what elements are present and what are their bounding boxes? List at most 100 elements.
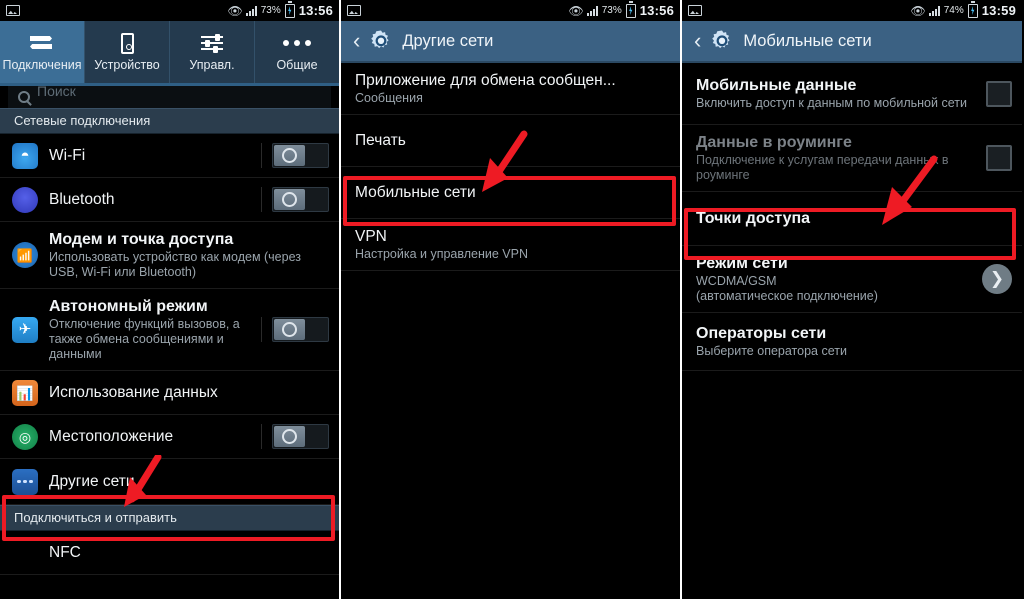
list-item-print[interactable]: Печать xyxy=(341,115,680,167)
tab-controls[interactable]: Управл. xyxy=(170,21,255,83)
phone-icon xyxy=(121,28,134,58)
search-icon xyxy=(18,91,30,103)
signal-strength-icon xyxy=(246,5,257,16)
list-item-other-networks[interactable]: Другие сети xyxy=(0,459,339,505)
list-item-nfc-label: NFC xyxy=(49,544,81,561)
list-item-network-mode-sub: WCDMA/GSM (автоматическое подключение) xyxy=(696,274,971,304)
list-item-vpn-sub: Настройка и управление VPN xyxy=(355,247,670,262)
list-item-vpn-label: VPN xyxy=(355,227,670,246)
status-bar-right-icons-3: 👁 74% 13:59 xyxy=(911,3,1017,18)
list-item-mobile-networks-label: Мобильные сети xyxy=(355,184,476,201)
list-item-wifi[interactable]: ◓ Wi-Fi xyxy=(0,134,339,178)
status-bar-left-icons-3 xyxy=(688,5,702,16)
list-item-access-points-label: Точки доступа xyxy=(696,210,810,227)
tab-connections[interactable]: Подключения xyxy=(0,21,85,83)
status-bar-left-icons xyxy=(6,5,20,16)
search-input[interactable]: Поиск xyxy=(8,86,331,108)
list-item-data-usage-label: Использование данных xyxy=(49,384,218,401)
screenshot-root: 👁 73% 13:56 Подключения Устройство Управ… xyxy=(0,0,1024,599)
status-bar-right-icons: 👁 73% 13:56 xyxy=(228,3,334,18)
action-bar-mobile-networks: ‹ Мобильные сети xyxy=(682,21,1022,63)
bluetooth-toggle[interactable] xyxy=(261,187,329,212)
data-usage-icon: 📊 xyxy=(12,380,38,406)
wifi-toggle[interactable] xyxy=(261,143,329,168)
clock-label: 13:59 xyxy=(982,3,1016,18)
back-icon[interactable]: ‹ xyxy=(694,30,701,52)
list-item-network-operators-sub: Выберите оператора сети xyxy=(696,344,1012,359)
battery-percent-label: 73% xyxy=(602,5,622,16)
sliders-icon xyxy=(201,28,223,58)
battery-percent-label: 74% xyxy=(944,5,964,16)
list-item-airplane-mode-sub: Отключение функций вызовов, а также обме… xyxy=(49,317,250,362)
settings-gear-icon xyxy=(369,29,393,53)
list-item-mobile-data-label: Мобильные данные xyxy=(696,76,975,95)
list-item-location[interactable]: ◎ Местоположение xyxy=(0,415,339,459)
list-item-tethering-sub: Использовать устройство как модем (через… xyxy=(49,250,329,280)
two-way-arrows-icon xyxy=(30,28,54,58)
list-item-network-operators[interactable]: Операторы сети Выберите оператора сети xyxy=(682,313,1022,371)
settings-tab-bar: Подключения Устройство Управл. Общие xyxy=(0,21,339,83)
status-bar-right-icons-2: 👁 73% 13:56 xyxy=(569,3,675,18)
settings-gear-icon xyxy=(710,29,734,53)
status-bar-1: 👁 73% 13:56 xyxy=(0,0,339,21)
list-item-bluetooth[interactable]: ᚝ Bluetooth xyxy=(0,178,339,222)
list-item-tethering-label: Модем и точка доступа xyxy=(49,230,329,249)
signal-strength-icon xyxy=(587,5,598,16)
panel-other-networks: 👁 73% 13:56 ‹ Другие сети Приложение для… xyxy=(341,0,682,599)
list-item-messaging-app-sub: Сообщения xyxy=(355,91,670,106)
airplane-mode-toggle[interactable] xyxy=(261,317,329,342)
battery-charging-icon xyxy=(626,4,636,18)
list-item-location-label: Местоположение xyxy=(49,428,173,445)
section-header-connect-and-share: Подключиться и отправить xyxy=(0,505,339,531)
smart-stay-eye-icon: 👁 xyxy=(911,5,925,17)
list-item-data-usage[interactable]: 📊 Использование данных xyxy=(0,371,339,415)
tab-device[interactable]: Устройство xyxy=(85,21,170,83)
screenshot-icon xyxy=(6,5,20,16)
tab-general[interactable]: Общие xyxy=(255,21,339,83)
smart-stay-eye-icon: 👁 xyxy=(569,5,583,17)
tab-controls-label: Управл. xyxy=(189,58,234,73)
list-item-print-label: Печать xyxy=(355,132,406,149)
back-icon[interactable]: ‹ xyxy=(353,30,360,52)
airplane-icon: ✈ xyxy=(12,317,38,343)
status-bar-2: 👁 73% 13:56 xyxy=(341,0,680,21)
panel-connections: 👁 73% 13:56 Подключения Устройство Управ… xyxy=(0,0,341,599)
list-item-network-mode-label: Режим сети xyxy=(696,254,971,273)
list-item-data-roaming-sub: Подключение к услугам передачи данных в … xyxy=(696,153,975,183)
list-item-access-points[interactable]: Точки доступа xyxy=(682,192,1022,246)
chevron-right-icon[interactable]: ❯ xyxy=(982,264,1012,294)
data-roaming-checkbox[interactable] xyxy=(986,145,1012,171)
list-item-tethering[interactable]: 📶 Модем и точка доступа Использовать уст… xyxy=(0,222,339,289)
three-dots-icon xyxy=(283,28,311,58)
location-icon: ◎ xyxy=(12,424,38,450)
list-item-mobile-data-sub: Включить доступ к данным по мобильной се… xyxy=(696,96,975,111)
list-item-airplane-mode[interactable]: ✈ Автономный режим Отключение функций вы… xyxy=(0,289,339,371)
action-bar-title: Мобильные сети xyxy=(743,32,871,51)
list-item-vpn[interactable]: VPN Настройка и управление VPN xyxy=(341,219,680,271)
list-item-network-mode[interactable]: Режим сети WCDMA/GSM (автоматическое под… xyxy=(682,246,1022,313)
battery-charging-icon xyxy=(285,4,295,18)
tab-device-label: Устройство xyxy=(94,58,159,73)
battery-charging-icon xyxy=(968,4,978,18)
location-toggle[interactable] xyxy=(261,424,329,449)
status-bar-3: 👁 74% 13:59 xyxy=(682,0,1022,21)
list-item-messaging-app[interactable]: Приложение для обмена сообщен... Сообщен… xyxy=(341,63,680,115)
list-item-airplane-mode-label: Автономный режим xyxy=(49,297,250,316)
clock-label: 13:56 xyxy=(299,3,333,18)
list-item-data-roaming-label: Данные в роуминге xyxy=(696,133,975,152)
wifi-icon: ◓ xyxy=(12,143,38,169)
list-item-wifi-label: Wi-Fi xyxy=(49,147,85,164)
list-item-nfc[interactable]: NFC xyxy=(0,531,339,575)
list-item-network-operators-label: Операторы сети xyxy=(696,324,1012,343)
list-item-bluetooth-label: Bluetooth xyxy=(49,191,115,208)
list-item-data-roaming[interactable]: Данные в роуминге Подключение к услугам … xyxy=(682,125,1022,192)
panel-mobile-networks: 👁 74% 13:59 ‹ Мобильные сети Мобильные д… xyxy=(682,0,1022,599)
smart-stay-eye-icon: 👁 xyxy=(228,5,242,17)
mobile-data-checkbox[interactable] xyxy=(986,81,1012,107)
more-networks-icon xyxy=(12,469,38,495)
list-item-mobile-networks[interactable]: Мобильные сети xyxy=(341,167,680,219)
connections-list: ◓ Wi-Fi ᚝ Bluetooth 📶 Модем и точка дост… xyxy=(0,134,339,575)
clock-label: 13:56 xyxy=(640,3,674,18)
action-bar-title: Другие сети xyxy=(402,32,493,51)
list-item-mobile-data[interactable]: Мобильные данные Включить доступ к данны… xyxy=(682,63,1022,125)
